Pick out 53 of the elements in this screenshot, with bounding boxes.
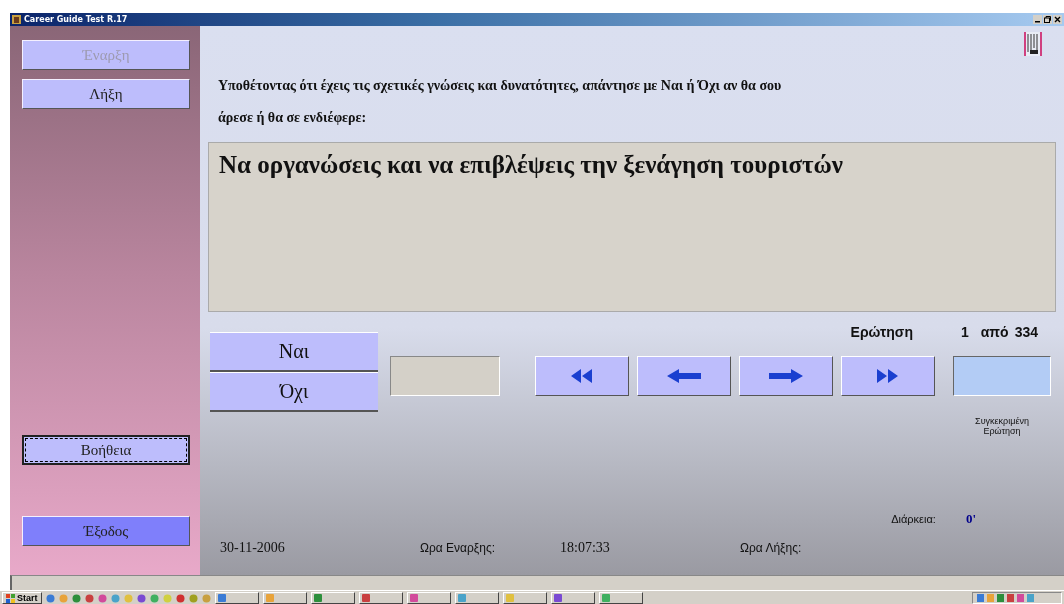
instruction-text: Υποθέτοντας ότι έχεις τις σχετικές γνώσεις και δυνατότητες, απάντησε με Ναι ή Όχι αν θα σου άρεσε ή θα σε ενδιέφερε: bbox=[218, 77, 783, 127]
nav-button[interactable] bbox=[841, 356, 935, 396]
logo-icon bbox=[1024, 32, 1042, 56]
nav-button[interactable] bbox=[637, 356, 731, 396]
window-icon bbox=[409, 594, 418, 602]
fast-forward-icon bbox=[877, 369, 899, 383]
sidebar-button[interactable]: Βοήθεια bbox=[22, 435, 190, 465]
window-icon bbox=[265, 594, 274, 602]
question-number-field[interactable] bbox=[953, 356, 1051, 396]
of-label: από bbox=[980, 324, 1009, 340]
start-time-label: Ωρα Εναρξης: bbox=[420, 541, 496, 555]
taskbar-button[interactable] bbox=[598, 592, 643, 604]
field-caption: Συγκεκριμένη Ερώτηση bbox=[974, 416, 1030, 436]
duration-label: Διάρκεια: bbox=[891, 513, 936, 525]
date-text: 30-11-2006 bbox=[220, 540, 286, 556]
end-time-label: Ωρα Λήξης: bbox=[740, 541, 802, 555]
window-icon bbox=[217, 594, 226, 602]
taskbar-button[interactable] bbox=[454, 592, 499, 604]
window-icon bbox=[361, 594, 370, 602]
window-title: Career Guide Test R.17 bbox=[24, 15, 128, 24]
close-icon[interactable] bbox=[1053, 15, 1062, 24]
window-icon bbox=[505, 594, 514, 602]
nav-button[interactable] bbox=[535, 356, 629, 396]
nav-button[interactable] bbox=[739, 356, 833, 396]
app-icon bbox=[12, 15, 21, 24]
restore-icon[interactable] bbox=[1043, 15, 1052, 24]
window-icon bbox=[601, 594, 610, 602]
sidebar-button[interactable]: Λήξη bbox=[22, 79, 190, 109]
taskbar-button[interactable] bbox=[358, 592, 403, 604]
taskbar-button[interactable] bbox=[502, 592, 547, 604]
window-icon bbox=[313, 594, 322, 602]
window-icon bbox=[553, 594, 562, 602]
taskbar-button[interactable] bbox=[214, 592, 259, 604]
duration-value: 0' bbox=[965, 511, 976, 527]
taskbar-button[interactable] bbox=[406, 592, 451, 604]
taskbar-button[interactable] bbox=[262, 592, 307, 604]
taskbar-button[interactable] bbox=[550, 592, 595, 604]
question-label: Ερώτηση bbox=[850, 324, 913, 340]
answer-button[interactable]: Ναι bbox=[210, 332, 378, 372]
question-number: 1 bbox=[960, 324, 969, 340]
left-arrow-icon bbox=[667, 369, 701, 383]
window-icon bbox=[457, 594, 466, 602]
windows-logo-icon bbox=[6, 593, 15, 603]
question-text: Να οργανώσεις και να επιβλέψεις την ξενάγηση τουριστών bbox=[208, 142, 1056, 312]
sidebar-button[interactable]: Έξοδος bbox=[22, 516, 190, 546]
taskbar-button[interactable] bbox=[310, 592, 355, 604]
question-total: 334 bbox=[1014, 324, 1038, 340]
start-time-value: 18:07:33 bbox=[560, 540, 611, 556]
rewind-icon bbox=[571, 369, 593, 383]
answer-button[interactable]: Όχι bbox=[210, 372, 378, 412]
start-button[interactable]: Start bbox=[2, 592, 42, 604]
right-arrow-icon bbox=[769, 369, 803, 383]
minimize-icon[interactable] bbox=[1033, 15, 1042, 24]
